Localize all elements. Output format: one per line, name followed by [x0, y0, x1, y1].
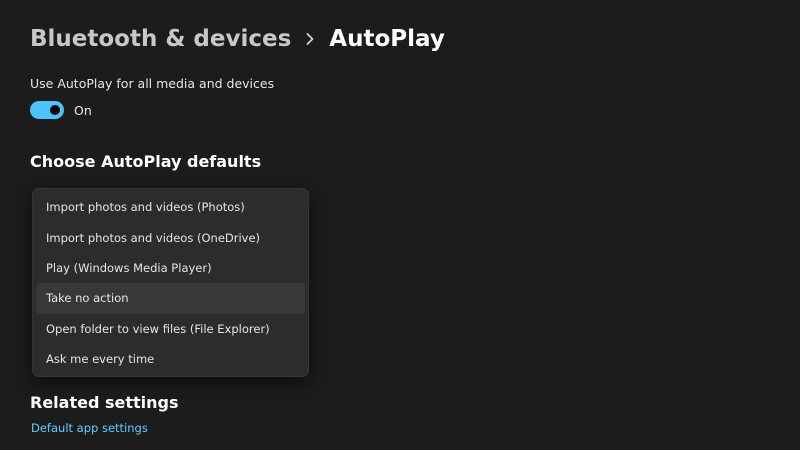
toggle-knob	[50, 105, 60, 115]
dropdown-option-selected[interactable]: Take no action	[36, 283, 305, 314]
page-title: AutoPlay	[329, 26, 445, 52]
default-app-settings-link[interactable]: Default app settings	[31, 421, 148, 435]
autoplay-settings-page: Bluetooth & devices AutoPlay Use AutoPla…	[0, 0, 800, 450]
autoplay-options-dropdown: Import photos and videos (Photos) Import…	[32, 188, 309, 377]
dropdown-option[interactable]: Import photos and videos (Photos)	[36, 192, 305, 222]
breadcrumb-parent-link[interactable]: Bluetooth & devices	[30, 22, 291, 56]
related-settings-heading: Related settings	[30, 393, 179, 412]
dropdown-option[interactable]: Play (Windows Media Player)	[36, 253, 305, 283]
autoplay-toggle-label: Use AutoPlay for all media and devices	[30, 76, 275, 91]
autoplay-toggle-row: On	[30, 100, 92, 120]
dropdown-option[interactable]: Import photos and videos (OneDrive)	[36, 222, 305, 252]
breadcrumb: Bluetooth & devices AutoPlay	[30, 22, 445, 56]
autoplay-toggle-switch[interactable]	[30, 101, 64, 119]
autoplay-defaults-heading: Choose AutoPlay defaults	[30, 152, 262, 171]
chevron-right-icon	[291, 22, 329, 56]
dropdown-option[interactable]: Ask me every time	[36, 344, 305, 374]
toggle-state-text: On	[74, 102, 92, 118]
dropdown-option[interactable]: Open folder to view files (File Explorer…	[36, 314, 305, 344]
